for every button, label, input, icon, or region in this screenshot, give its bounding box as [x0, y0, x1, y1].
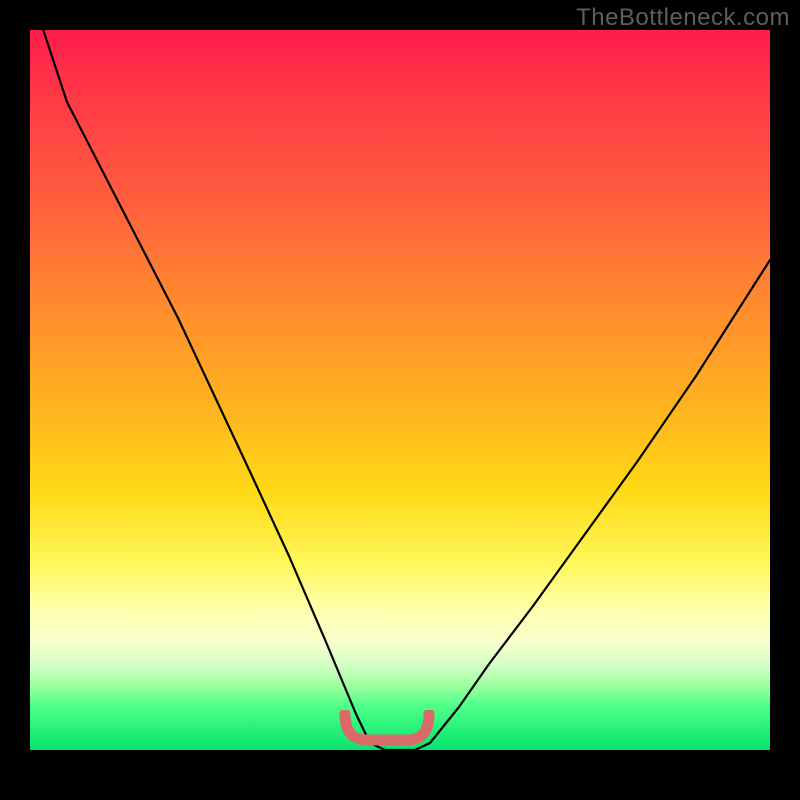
bottleneck-curve: [30, 30, 770, 750]
chart-frame: TheBottleneck.com: [0, 0, 800, 800]
watermark-text: TheBottleneck.com: [576, 4, 790, 32]
trough-highlight: [337, 710, 437, 750]
curve-path: [40, 30, 770, 750]
trough-highlight-path: [345, 714, 429, 740]
plot-area: [30, 30, 770, 750]
